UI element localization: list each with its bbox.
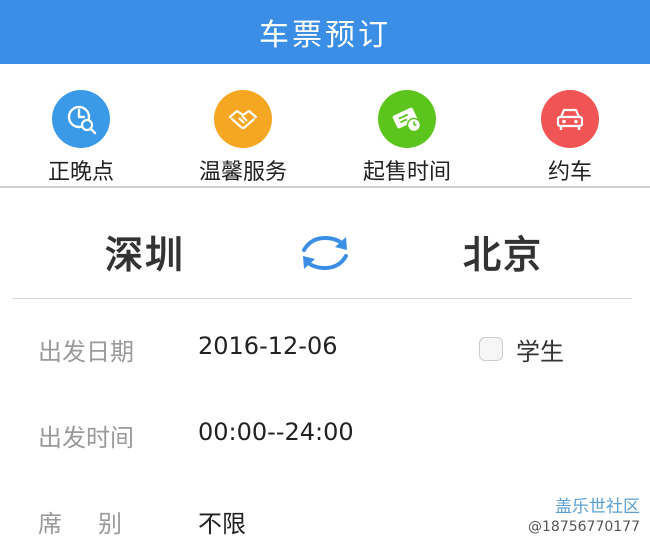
- route-selector: 深圳 北京: [0, 190, 650, 298]
- quick-action-car-hailing[interactable]: 约车: [495, 90, 645, 185]
- ticket-booking-page: 车票预订 正晚点 温馨服务 起售时间 约车 深圳 北京 出发日期 2016-12…: [0, 0, 650, 555]
- departure-time-label: 出发时间: [38, 424, 134, 452]
- section-divider: [12, 298, 632, 299]
- section-divider: [0, 186, 650, 188]
- departure-city[interactable]: 深圳: [105, 224, 185, 279]
- quick-action-sale-time[interactable]: 起售时间: [332, 90, 482, 185]
- quick-action-label: 起售时间: [362, 160, 451, 185]
- page-title: 车票预订: [259, 18, 391, 53]
- departure-time-value[interactable]: 00:00--24:00: [198, 418, 354, 446]
- quick-action-warm-service[interactable]: 温馨服务: [168, 90, 318, 185]
- watermark-brand: 盖乐世社区: [555, 497, 640, 517]
- watermark-handle: @18756770177: [528, 519, 640, 535]
- departure-date-row[interactable]: 出发日期 2016-12-06 学生: [0, 322, 650, 382]
- student-checkbox[interactable]: [479, 337, 503, 361]
- watermark: 盖乐世社区 @18756770177: [528, 497, 640, 537]
- student-label: 学生: [516, 337, 564, 366]
- clock-search-icon: [52, 90, 110, 148]
- arrival-city[interactable]: 北京: [463, 224, 543, 279]
- quick-action-label: 正晚点: [47, 160, 114, 185]
- student-option[interactable]: 学生: [479, 332, 564, 366]
- app-header: 车票预订: [0, 0, 650, 64]
- car-icon: [541, 90, 599, 148]
- ticket-clock-icon: [378, 90, 436, 148]
- seat-class-value[interactable]: 不限: [198, 504, 246, 539]
- departure-time-row[interactable]: 出发时间 00:00--24:00: [0, 408, 650, 468]
- quick-action-label: 约车: [547, 160, 592, 185]
- seat-class-label: 席别: [38, 510, 158, 538]
- departure-date-value[interactable]: 2016-12-06: [198, 332, 337, 360]
- handshake-icon: [214, 90, 272, 148]
- swap-arrows-icon[interactable]: [299, 232, 351, 274]
- departure-date-label: 出发日期: [38, 338, 134, 366]
- quick-action-delay-status[interactable]: 正晚点: [6, 90, 156, 185]
- quick-action-label: 温馨服务: [198, 160, 287, 185]
- quick-actions-row: 正晚点 温馨服务 起售时间 约车: [0, 64, 650, 186]
